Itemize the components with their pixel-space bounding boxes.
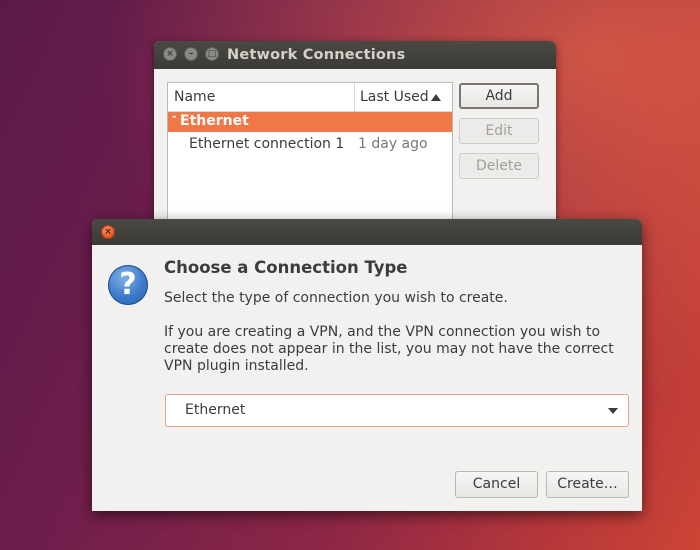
group-label: Ethernet — [180, 113, 249, 129]
expander-icon[interactable]: - — [172, 110, 177, 123]
question-icon: ? — [108, 265, 148, 305]
column-header-last-used[interactable]: Last Used — [360, 89, 429, 105]
connection-name: Ethernet connection 1 — [189, 136, 345, 152]
sort-ascending-icon — [431, 94, 441, 101]
dialog-subtitle: Select the type of connection you wish t… — [164, 290, 508, 306]
close-icon[interactable]: × — [163, 47, 177, 61]
connection-type-value: Ethernet — [185, 402, 246, 418]
network-connections-titlebar[interactable]: × – □ Network Connections — [154, 41, 556, 69]
create-button[interactable]: Create… — [546, 471, 629, 498]
connection-last-used: 1 day ago — [358, 136, 428, 152]
table-row[interactable]: Ethernet connection 1 1 day ago — [168, 133, 452, 155]
close-icon[interactable]: × — [101, 225, 115, 239]
minimize-icon[interactable]: – — [184, 47, 198, 61]
dialog-body-text: If you are creating a VPN, and the VPN c… — [164, 324, 614, 374]
column-header-name[interactable]: Name — [174, 89, 215, 105]
column-divider — [354, 83, 355, 111]
chevron-down-icon — [608, 408, 618, 414]
maximize-icon[interactable]: □ — [205, 47, 219, 61]
delete-button[interactable]: Delete — [459, 153, 539, 179]
dialog-titlebar[interactable]: × — [92, 219, 642, 245]
add-button[interactable]: Add — [459, 83, 539, 109]
edit-button[interactable]: Edit — [459, 118, 539, 144]
cancel-button[interactable]: Cancel — [455, 471, 538, 498]
window-title: Network Connections — [227, 47, 406, 63]
list-header: Name Last Used — [168, 83, 452, 112]
group-row-ethernet[interactable]: - Ethernet — [168, 110, 452, 132]
dialog-heading: Choose a Connection Type — [164, 258, 408, 277]
choose-connection-type-dialog: × ? Choose a Connection Type Select the … — [92, 219, 642, 511]
network-connections-window: × – □ Network Connections Name Last Used… — [154, 41, 556, 264]
connection-type-select[interactable]: Ethernet — [165, 394, 629, 427]
